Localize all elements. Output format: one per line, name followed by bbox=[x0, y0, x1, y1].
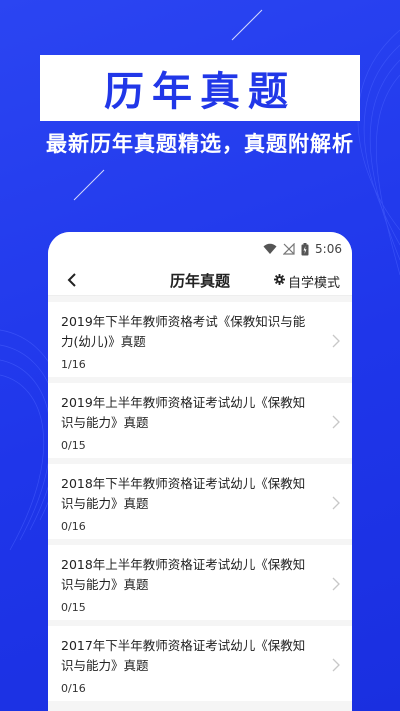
item-title: 2019年下半年教师资格考试《保教知识与能力(幼儿)》真题 bbox=[61, 314, 306, 349]
wifi-icon bbox=[263, 243, 277, 255]
item-progress: 0/16 bbox=[61, 520, 86, 533]
banner-subtitle: 最新历年真题精选，真题附解析 bbox=[46, 132, 354, 156]
phone-screen: 5:06 历年真题 自学模式 2019年下半年教师资格考试《保教知识与能力(幼儿… bbox=[48, 232, 352, 711]
list-item[interactable]: 2019年上半年教师资格证考试幼儿《保教知识与能力》真题 0/15 bbox=[48, 383, 352, 458]
gear-icon bbox=[273, 274, 285, 289]
status-time: 5:06 bbox=[315, 242, 342, 256]
chevron-right-icon bbox=[332, 495, 340, 514]
chevron-right-icon bbox=[332, 333, 340, 352]
item-progress: 0/15 bbox=[61, 439, 86, 452]
self-study-mode-button[interactable]: 自学模式 bbox=[273, 272, 340, 291]
chevron-right-icon bbox=[332, 414, 340, 433]
exam-list: 2019年下半年教师资格考试《保教知识与能力(幼儿)》真题 1/16 2019年… bbox=[48, 296, 352, 701]
banner-title: 历年真题 bbox=[104, 69, 296, 115]
nav-bar: 历年真题 自学模式 bbox=[48, 266, 352, 296]
banner: 历年真题 bbox=[40, 55, 360, 121]
item-progress: 1/16 bbox=[61, 358, 86, 371]
chevron-right-icon bbox=[332, 657, 340, 676]
item-title: 2019年上半年教师资格证考试幼儿《保教知识与能力》真题 bbox=[61, 395, 306, 430]
no-signal-icon bbox=[283, 243, 295, 255]
item-progress: 0/15 bbox=[61, 601, 86, 614]
chevron-right-icon bbox=[332, 576, 340, 595]
list-item[interactable]: 2018年上半年教师资格证考试幼儿《保教知识与能力》真题 0/15 bbox=[48, 545, 352, 620]
list-item[interactable]: 2017年下半年教师资格证考试幼儿《保教知识与能力》真题 0/16 bbox=[48, 626, 352, 701]
status-bar: 5:06 bbox=[48, 232, 352, 266]
item-title: 2017年下半年教师资格证考试幼儿《保教知识与能力》真题 bbox=[61, 638, 306, 673]
item-title: 2018年上半年教师资格证考试幼儿《保教知识与能力》真题 bbox=[61, 557, 306, 592]
list-item[interactable]: 2019年下半年教师资格考试《保教知识与能力(幼儿)》真题 1/16 bbox=[48, 302, 352, 377]
item-title: 2018年下半年教师资格证考试幼儿《保教知识与能力》真题 bbox=[61, 476, 306, 511]
battery-charging-icon bbox=[301, 242, 309, 256]
self-study-mode-label: 自学模式 bbox=[287, 276, 340, 291]
item-progress: 0/16 bbox=[61, 682, 86, 695]
list-item[interactable]: 2018年下半年教师资格证考试幼儿《保教知识与能力》真题 0/16 bbox=[48, 464, 352, 539]
